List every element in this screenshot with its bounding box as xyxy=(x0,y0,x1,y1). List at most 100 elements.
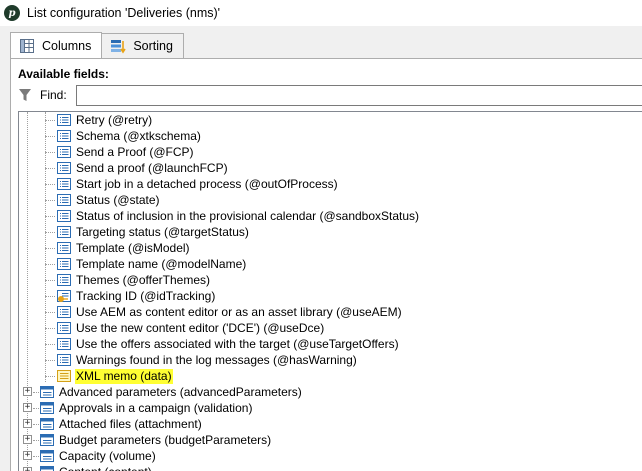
find-input[interactable] xyxy=(76,85,642,106)
element-node-icon xyxy=(39,449,55,463)
tree-leaf-item[interactable]: Template (@isModel) xyxy=(45,240,191,256)
tree-leaf-item[interactable]: Start job in a detached process (@outOfP… xyxy=(45,176,339,192)
attribute-list-icon xyxy=(56,337,72,351)
tree-item-label: Capacity (volume) xyxy=(59,448,156,463)
tree-leaf-item[interactable]: Warnings found in the log messages (@has… xyxy=(45,352,358,368)
tree-node-item[interactable]: Capacity (volume) xyxy=(39,448,157,464)
tab-sorting[interactable]: Sorting xyxy=(101,33,184,58)
attribute-key-icon xyxy=(56,289,72,303)
tree-guide-line xyxy=(45,312,55,313)
tree-node-item[interactable]: Content (content) xyxy=(39,464,153,471)
attribute-list-icon xyxy=(56,305,72,319)
tree-guide-line xyxy=(45,280,55,281)
tree-item-label: Template (@isModel) xyxy=(76,240,190,255)
tree-item-label: Budget parameters (budgetParameters) xyxy=(59,432,272,447)
element-node-icon xyxy=(39,417,55,431)
tree-item-label: XML memo (data) xyxy=(75,368,173,384)
tree-guide-line xyxy=(45,168,55,169)
tree-expand-icon[interactable]: + xyxy=(23,419,32,428)
tree-guide-line xyxy=(45,152,55,153)
tree-leaf-item[interactable]: Use the new content editor ('DCE') (@use… xyxy=(45,320,325,336)
tree-item-label: Use AEM as content editor or as an asset… xyxy=(76,304,402,319)
tree-guide-line xyxy=(45,360,55,361)
find-label: Find: xyxy=(40,88,67,102)
window-title: List configuration 'Deliveries (nms)' xyxy=(27,6,221,20)
tree-item-label: Advanced parameters (advancedParameters) xyxy=(59,384,302,399)
tree-leaf-item[interactable]: Targeting status (@targetStatus) xyxy=(45,224,250,240)
sorting-stack-icon xyxy=(111,40,126,54)
tree-guide-line xyxy=(45,216,55,217)
tree-node-item[interactable]: Attached files (attachment) xyxy=(39,416,203,432)
tree-leaf-item[interactable]: Themes (@offerThemes) xyxy=(45,272,211,288)
tree-expand-icon[interactable]: + xyxy=(23,387,32,396)
attribute-list-icon xyxy=(56,209,72,223)
find-row: Find: xyxy=(18,84,67,106)
element-node-icon xyxy=(39,433,55,447)
tree-leaf-item[interactable]: Retry (@retry) xyxy=(45,112,153,128)
attribute-list-icon xyxy=(56,145,72,159)
tree-item-label: Tracking ID (@idTracking) xyxy=(76,288,216,303)
tree-item-label: Status of inclusion in the provisional c… xyxy=(76,208,420,223)
attribute-list-icon xyxy=(56,113,72,127)
tree-leaf-item[interactable]: Tracking ID (@idTracking) xyxy=(45,288,216,304)
tree-expand-icon[interactable]: + xyxy=(23,467,32,471)
tree-expand-icon[interactable]: + xyxy=(23,435,32,444)
memo-list-icon xyxy=(56,369,72,383)
tree-leaf-item[interactable]: Status (@state) xyxy=(45,192,161,208)
tree-guide-line xyxy=(45,344,55,345)
tree-leaf-item[interactable]: Template name (@modelName) xyxy=(45,256,247,272)
filter-funnel-icon xyxy=(19,89,31,101)
app-logo-icon: p xyxy=(4,5,20,21)
tree-leaf-item[interactable]: Use AEM as content editor or as an asset… xyxy=(45,304,403,320)
tree-expand-icon[interactable]: + xyxy=(23,403,32,412)
tree-item-label: Schema (@xtkschema) xyxy=(76,128,201,143)
tree-leaf-item[interactable]: Status of inclusion in the provisional c… xyxy=(45,208,420,224)
title-bar: p List configuration 'Deliveries (nms)' xyxy=(0,0,642,26)
element-node-icon xyxy=(39,465,55,471)
tree-item-label: Send a Proof (@FCP) xyxy=(76,144,194,159)
tree-leaf-item[interactable]: Use the offers associated with the targe… xyxy=(45,336,400,352)
attribute-list-icon xyxy=(56,241,72,255)
tab-columns[interactable]: Columns xyxy=(10,32,103,58)
tree-item-label: Template name (@modelName) xyxy=(76,256,247,271)
tree-guide-line xyxy=(45,328,55,329)
tab-sorting-label: Sorting xyxy=(133,39,173,53)
tree-guide-line xyxy=(45,296,55,297)
attribute-list-icon xyxy=(56,273,72,287)
columns-grid-icon xyxy=(20,38,34,53)
tree-leaf-item[interactable]: Schema (@xtkschema) xyxy=(45,128,202,144)
tree-item-label: Approvals in a campaign (validation) xyxy=(59,400,253,415)
attribute-list-icon xyxy=(56,193,72,207)
tree-item-label: Attached files (attachment) xyxy=(59,416,202,431)
tree-item-label: Send a proof (@launchFCP) xyxy=(76,160,228,175)
tree-guide-line xyxy=(45,200,55,201)
attribute-list-icon xyxy=(56,161,72,175)
attribute-list-icon xyxy=(56,321,72,335)
available-fields-label: Available fields: xyxy=(18,67,109,81)
tree-guide-line xyxy=(45,248,55,249)
tree-guide-line xyxy=(45,264,55,265)
available-fields-tree[interactable]: Retry (@retry) Schema (@xtkschema) Send a … xyxy=(18,111,642,471)
attribute-list-icon xyxy=(56,225,72,239)
tree-node-item[interactable]: Budget parameters (budgetParameters) xyxy=(39,432,272,448)
tree-item-label: Content (content) xyxy=(58,465,153,471)
tree-item-label: Status (@state) xyxy=(76,192,160,207)
tree-leaf-item[interactable]: Send a proof (@launchFCP) xyxy=(45,160,229,176)
tree-leaf-item[interactable]: XML memo (data) xyxy=(45,368,173,384)
tree-item-label: Warnings found in the log messages (@has… xyxy=(76,352,357,367)
tree-guide-line xyxy=(45,136,55,137)
tree-item-label: Start job in a detached process (@outOfP… xyxy=(76,176,338,191)
tree-item-label: Retry (@retry) xyxy=(76,112,153,127)
tree-guide-line xyxy=(45,120,55,121)
tree-item-label: Themes (@offerThemes) xyxy=(76,272,210,287)
attribute-list-icon xyxy=(56,177,72,191)
tree-guide-line xyxy=(45,232,55,233)
element-node-icon xyxy=(39,385,55,399)
tree-node-item[interactable]: Advanced parameters (advancedParameters) xyxy=(39,384,303,400)
tree-node-item[interactable]: Approvals in a campaign (validation) xyxy=(39,400,253,416)
attribute-list-icon xyxy=(56,353,72,367)
tab-columns-label: Columns xyxy=(42,38,92,53)
tree-item-label: Use the new content editor ('DCE') (@use… xyxy=(76,320,325,335)
tree-expand-icon[interactable]: + xyxy=(23,451,32,460)
tree-leaf-item[interactable]: Send a Proof (@FCP) xyxy=(45,144,195,160)
